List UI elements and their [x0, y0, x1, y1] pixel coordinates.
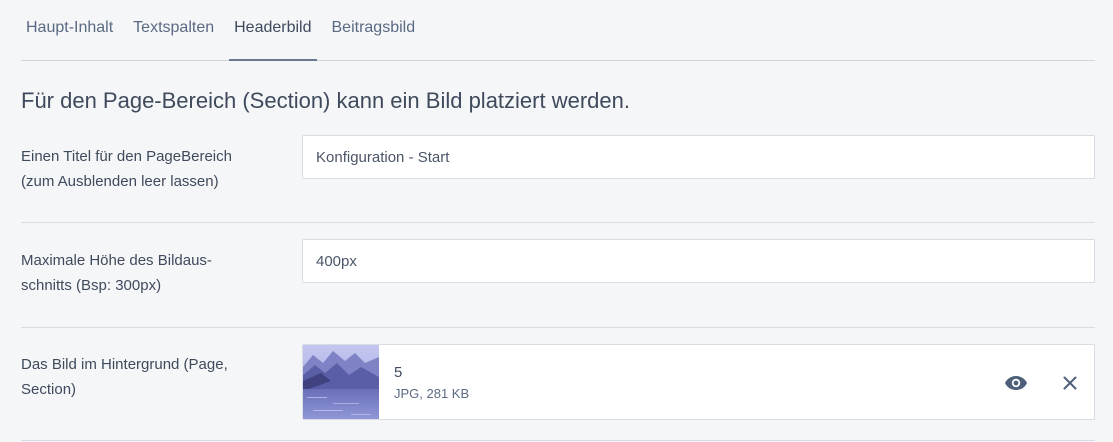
- title-field-label: Einen Titel für den PageBereich (zum Aus…: [21, 144, 281, 194]
- thumbnail-landscape: [303, 345, 379, 419]
- divider: [21, 440, 1095, 441]
- height-field-label-line2: schnitts (Bsp: 300px): [21, 277, 162, 294]
- height-field-label-line1: Maximale Höhe des Bildaus-: [21, 252, 212, 269]
- height-input[interactable]: [302, 239, 1095, 283]
- image-file-name: 5: [394, 364, 403, 381]
- title-field-label-line2: (zum Ausblenden leer lassen): [21, 173, 219, 190]
- title-input[interactable]: [302, 135, 1095, 179]
- tab-haupt-inhalt[interactable]: Haupt-Inhalt: [21, 0, 118, 59]
- tab-beitragsbild[interactable]: Beitragsbild: [327, 0, 421, 59]
- image-media-item: 5 JPG, 281 KB: [302, 344, 1095, 420]
- tab-textspalten[interactable]: Textspalten: [128, 0, 219, 59]
- divider: [21, 327, 1095, 328]
- image-thumbnail[interactable]: [303, 345, 379, 419]
- image-field-label: Das Bild im Hintergrund (Page, Section): [21, 352, 281, 402]
- title-field-label-line1: Einen Titel für den PageBereich: [21, 148, 232, 165]
- tab-bar: Haupt-Inhalt Textspalten Headerbild Beit…: [21, 0, 1095, 61]
- divider: [21, 222, 1095, 223]
- close-icon: [1063, 376, 1077, 390]
- section-heading: Für den Page-Bereich (Section) kann ein …: [21, 88, 630, 113]
- image-field-label-line2: Section): [21, 381, 77, 398]
- height-field-label: Maximale Höhe des Bildaus- schnitts (Bsp…: [21, 248, 281, 298]
- tab-headerbild[interactable]: Headerbild: [229, 0, 317, 61]
- remove-button[interactable]: [1056, 369, 1084, 397]
- image-field-label-line1: Das Bild im Hintergrund (Page,: [21, 356, 228, 373]
- image-file-meta: JPG, 281 KB: [394, 386, 470, 401]
- page: Haupt-Inhalt Textspalten Headerbild Beit…: [0, 0, 1113, 442]
- eye-icon: [1005, 376, 1027, 390]
- preview-button[interactable]: [1002, 369, 1030, 397]
